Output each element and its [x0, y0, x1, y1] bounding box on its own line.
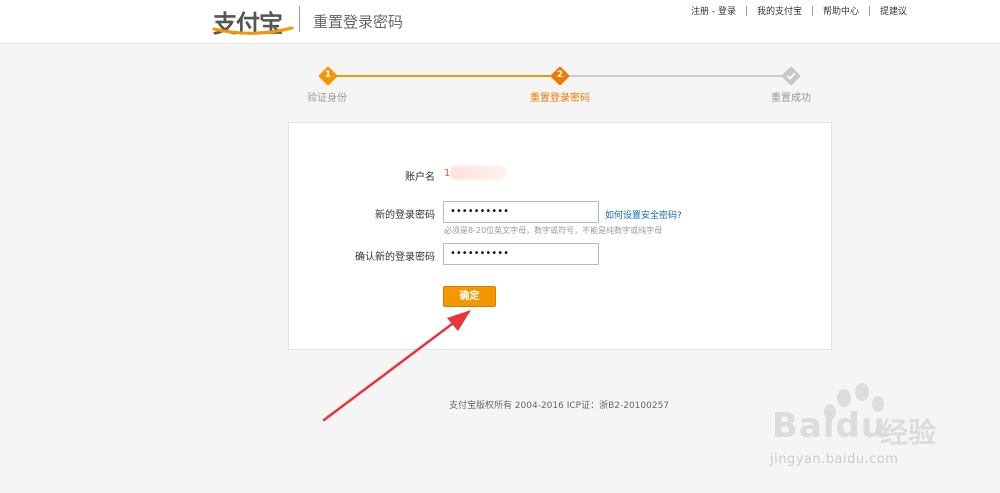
progress-track-done [337, 75, 551, 77]
step-2-icon: 2 [550, 66, 570, 86]
step-2-label: 重置登录密码 [530, 93, 590, 104]
confirm-password-input[interactable]: •••••••••• [443, 243, 599, 265]
my-alipay-link[interactable]: 我的支付宝 [757, 4, 802, 17]
password-help-link[interactable]: 如何设置安全密码? [605, 208, 682, 221]
new-password-label: 新的登录密码 [375, 210, 435, 221]
link-divider [868, 5, 870, 16]
watermark-cn: 经验 [880, 416, 937, 449]
top-header: 支付宝 重置登录密码 注册 - 登录 我的支付宝 帮助中心 提建议 [0, 0, 1000, 44]
register-login-link[interactable]: 注册 - 登录 [691, 4, 736, 17]
reset-password-form: 账户名 1 新的登录密码 •••••••••• 如何设置安全密码? 必须是8-2… [288, 122, 832, 350]
header-divider [299, 6, 300, 32]
account-label: 账户名 [405, 172, 435, 183]
confirm-password-label: 确认新的登录密码 [355, 252, 435, 263]
progress-steps: 1 验证身份 2 重置登录密码 重置成功 [0, 62, 1000, 106]
help-center-link[interactable]: 帮助中心 [823, 4, 859, 17]
top-links: 注册 - 登录 我的支付宝 帮助中心 提建议 [691, 4, 907, 17]
step-3-label: 重置成功 [771, 93, 811, 104]
link-divider [811, 5, 813, 16]
link-divider [745, 5, 747, 16]
logo-swoosh-icon [212, 26, 294, 35]
step-3-check-icon [781, 66, 801, 86]
password-hint: 必须是8-20位英文字母，数字或符号，不能是纯数字或纯字母 [444, 226, 663, 235]
account-mask [450, 166, 506, 180]
new-password-input[interactable]: •••••••••• [443, 201, 599, 223]
watermark-url: jingyan.baidu.com [770, 452, 899, 467]
confirm-button[interactable]: 确定 [443, 286, 496, 307]
progress-track-todo [569, 75, 783, 77]
watermark-brand: Baidu [772, 406, 887, 446]
page-title: 重置登录密码 [313, 13, 404, 31]
step-1-label: 验证身份 [307, 93, 347, 104]
feedback-link[interactable]: 提建议 [880, 4, 907, 17]
account-value: 1 [444, 168, 451, 179]
step-1-icon: 1 [318, 66, 338, 86]
